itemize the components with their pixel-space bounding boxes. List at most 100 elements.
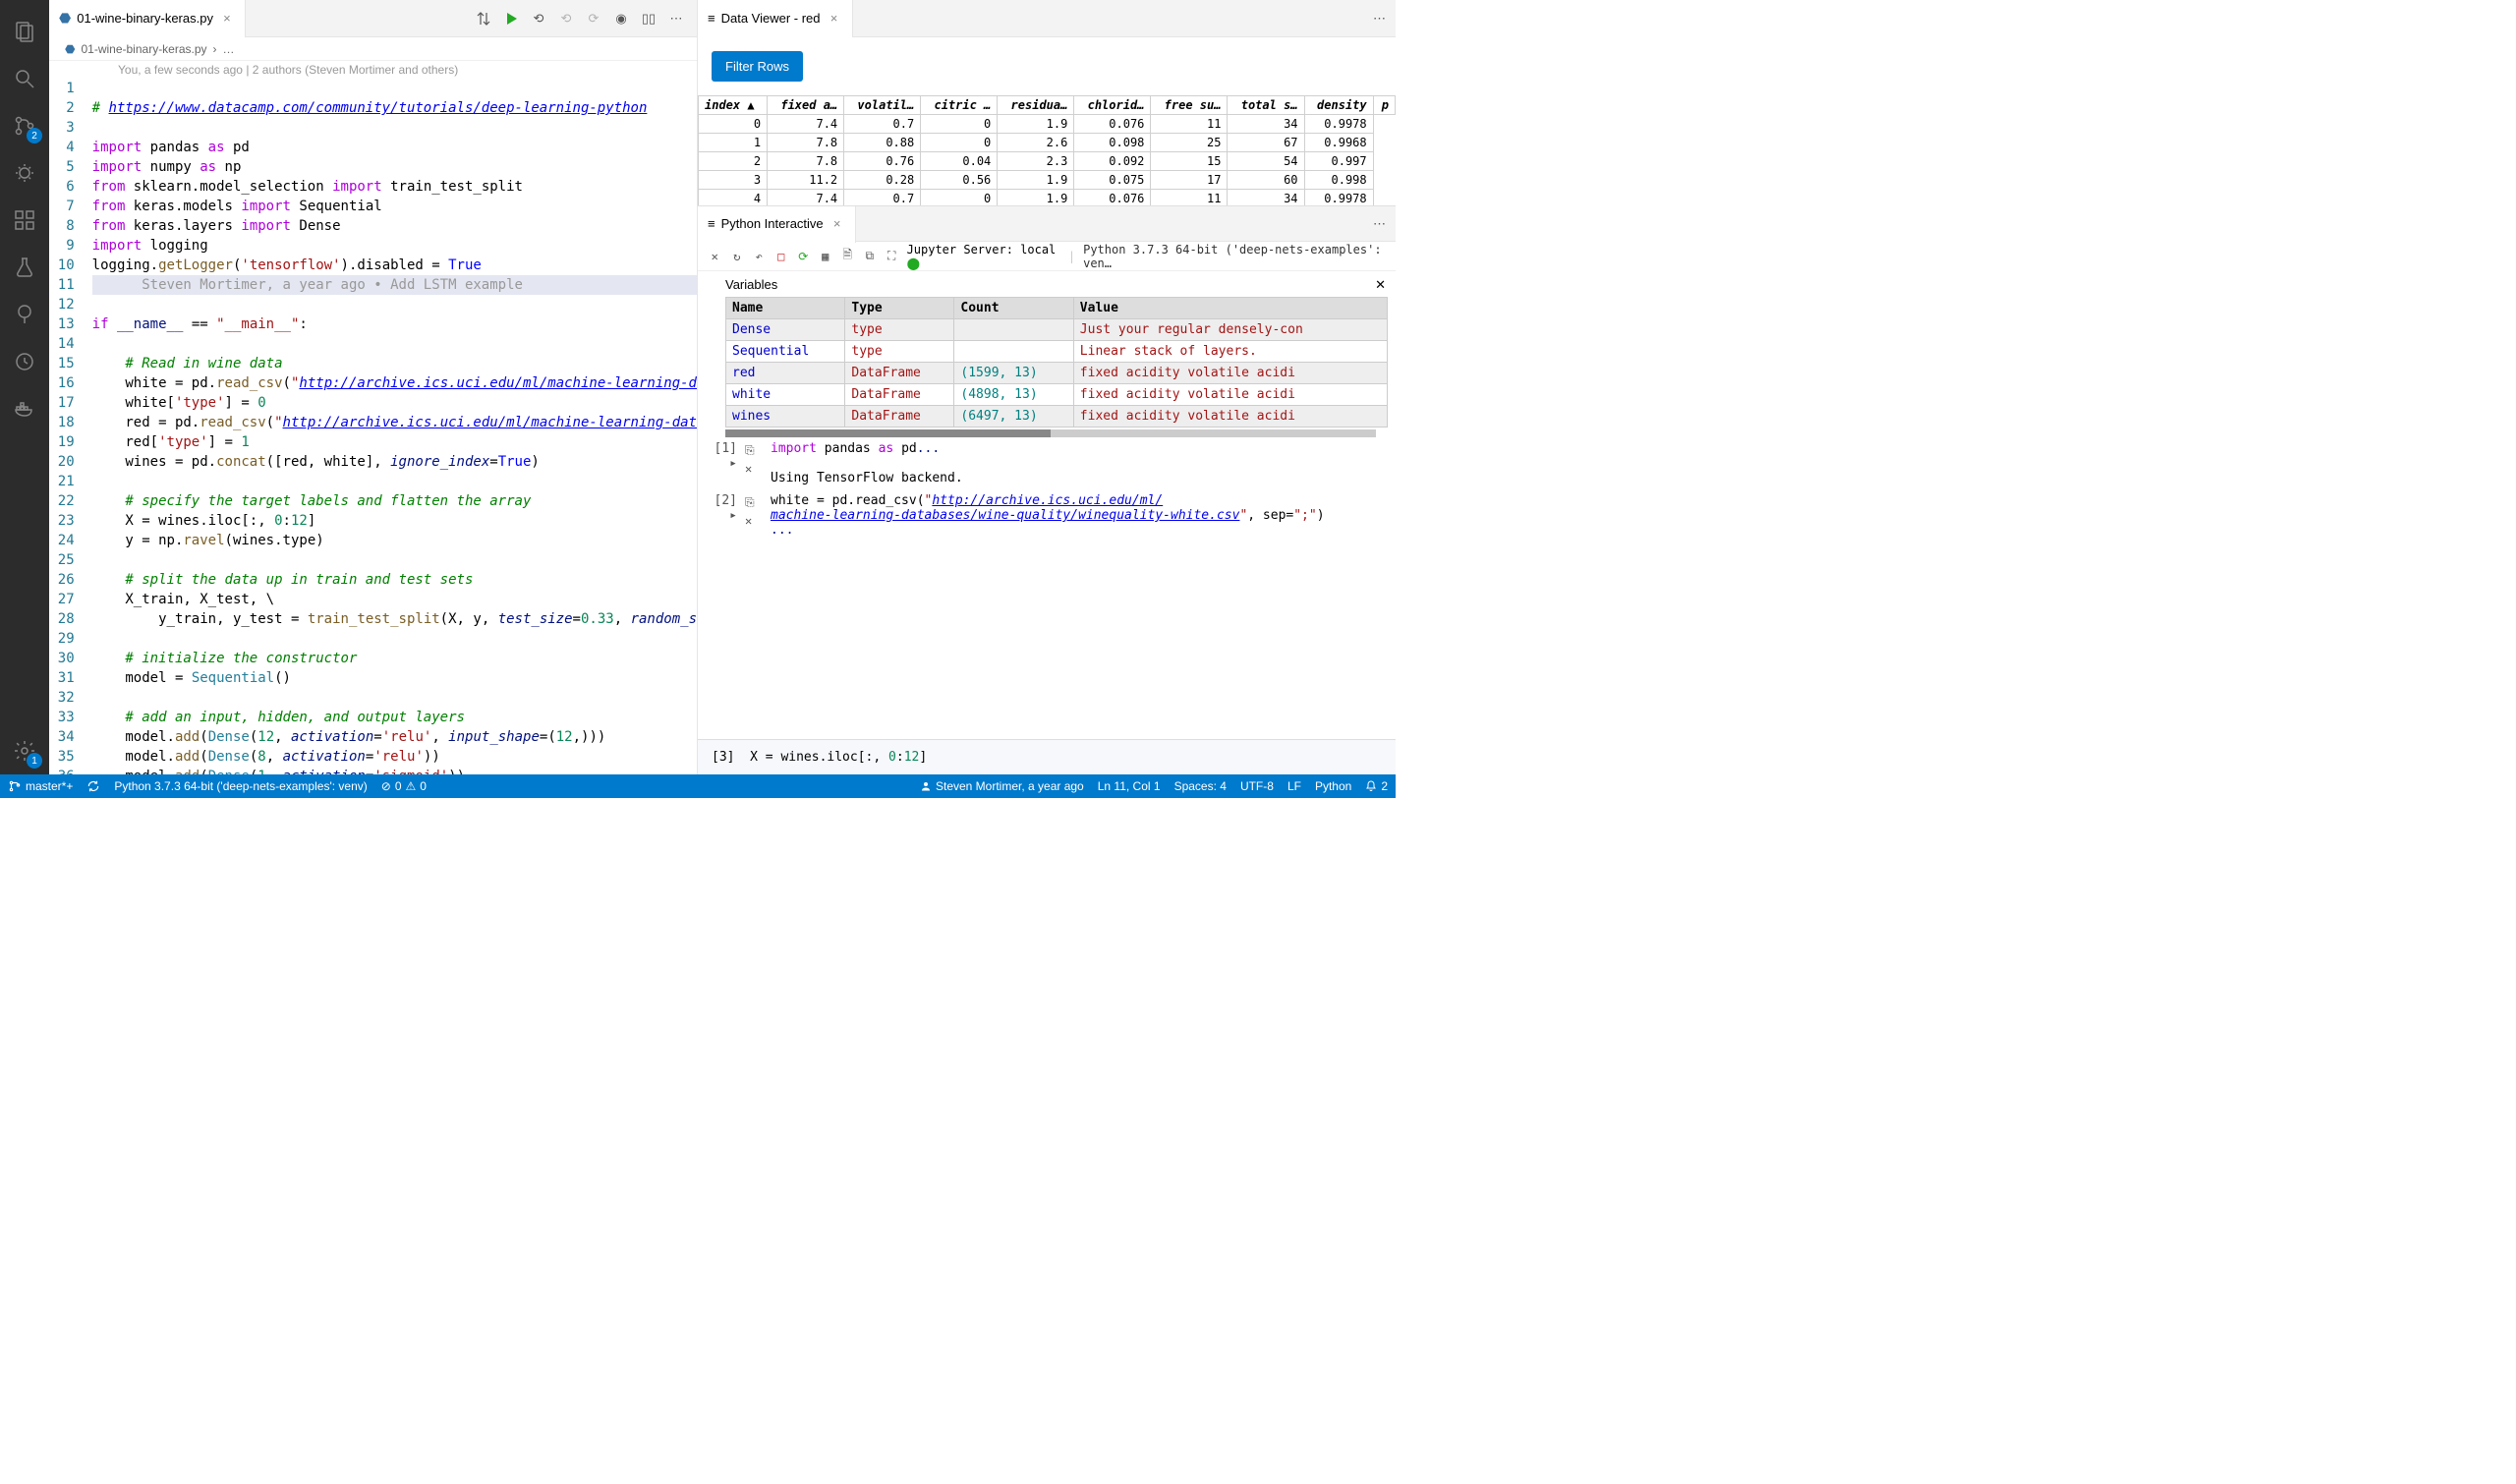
blame-status[interactable]: Steven Mortimer, a year ago xyxy=(920,779,1084,793)
code-line[interactable]: from keras.models import Sequential xyxy=(92,197,697,216)
column-header[interactable]: density xyxy=(1304,96,1373,115)
cursor-status[interactable]: Ln 11, Col 1 xyxy=(1098,779,1161,793)
interpreter-label[interactable]: Python 3.7.3 64-bit ('deep-nets-examples… xyxy=(1083,243,1386,270)
code-line[interactable]: model.add(Dense(8, activation='relu')) xyxy=(92,747,697,767)
interactive-cell[interactable]: [1] ▸⎘✕import pandas as pd... Using Tens… xyxy=(698,437,1396,489)
close-tab-icon[interactable]: × xyxy=(829,216,845,231)
save-icon[interactable]: 🗎 xyxy=(840,249,855,264)
code-line[interactable]: wines = pd.concat([red, white], ignore_i… xyxy=(92,452,697,472)
close-tab-icon[interactable]: × xyxy=(827,11,842,26)
variables-icon[interactable]: ▦ xyxy=(819,249,833,264)
code-line[interactable]: red = pd.read_csv("http://archive.ics.uc… xyxy=(92,413,697,432)
variable-row[interactable]: whiteDataFrame(4898, 13)fixed acidity vo… xyxy=(726,384,1388,406)
column-header[interactable]: free su… xyxy=(1151,96,1228,115)
history-icon[interactable] xyxy=(1,338,48,385)
extensions-icon[interactable] xyxy=(1,197,48,244)
horizontal-scrollbar[interactable] xyxy=(725,429,1376,437)
data-viewer-tab[interactable]: ≡ Data Viewer - red × xyxy=(698,0,853,37)
sync-status[interactable] xyxy=(86,779,100,793)
variable-row[interactable]: SequentialtypeLinear stack of layers. xyxy=(726,341,1388,363)
settings-gear-icon[interactable]: 1 xyxy=(1,727,48,774)
editor-tab[interactable]: ⬣ 01-wine-binary-keras.py × xyxy=(49,0,246,37)
code-line[interactable] xyxy=(92,629,697,649)
code-line[interactable]: X_train, X_test, \ xyxy=(92,590,697,609)
export-icon[interactable]: ⧉ xyxy=(863,249,878,264)
table-row[interactable]: 27.80.760.042.30.09215540.997 xyxy=(699,152,1396,171)
encoding-status[interactable]: UTF-8 xyxy=(1240,779,1274,793)
tree-icon[interactable] xyxy=(1,291,48,338)
revert-icon[interactable]: ⟲ xyxy=(530,10,547,28)
column-header[interactable]: chlorid… xyxy=(1074,96,1151,115)
interactive-input[interactable]: [3] X = wines.iloc[:, 0:12] xyxy=(698,739,1396,774)
run-icon[interactable] xyxy=(502,10,520,28)
authors-codelens[interactable]: You, a few seconds ago | 2 authors (Stev… xyxy=(49,61,697,79)
table-row[interactable]: 17.80.8802.60.09825670.9968 xyxy=(699,134,1396,152)
restart-kernel-icon[interactable]: ⟳ xyxy=(796,249,811,264)
code-editor[interactable]: 1234567891011121314151617181920212223242… xyxy=(49,79,697,774)
code-line[interactable]: # https://www.datacamp.com/community/tut… xyxy=(92,98,697,118)
flask-icon[interactable] xyxy=(1,244,48,291)
jupyter-server-label[interactable]: Jupyter Server: local ⬤ xyxy=(907,243,1060,270)
column-header[interactable]: total s… xyxy=(1228,96,1304,115)
explorer-icon[interactable] xyxy=(1,8,48,55)
code-line[interactable]: y_train, y_test = train_test_split(X, y,… xyxy=(92,609,697,629)
run-cell-icon[interactable]: ◉ xyxy=(612,10,630,28)
undo-icon[interactable]: ↶ xyxy=(752,249,767,264)
more-icon[interactable]: ⋯ xyxy=(667,10,685,28)
problems-status[interactable]: ⊘0 ⚠0 xyxy=(381,779,427,793)
search-icon[interactable] xyxy=(1,55,48,102)
debug-icon[interactable] xyxy=(1,149,48,197)
code-line[interactable]: y = np.ravel(wines.type) xyxy=(92,531,697,550)
variable-row[interactable]: winesDataFrame(6497, 13)fixed acidity vo… xyxy=(726,406,1388,428)
compare-icon[interactable] xyxy=(475,10,492,28)
spaces-status[interactable]: Spaces: 4 xyxy=(1174,779,1227,793)
column-header[interactable]: index ▲ xyxy=(699,96,768,115)
code-line[interactable]: model = Sequential() xyxy=(92,668,697,688)
column-header[interactable]: Count xyxy=(954,298,1073,319)
code-line[interactable]: from keras.layers import Dense xyxy=(92,216,697,236)
code-line[interactable] xyxy=(92,118,697,138)
goto-icon[interactable]: ⎘ xyxy=(745,443,763,458)
interrupt-icon[interactable]: □ xyxy=(774,249,789,264)
language-status[interactable]: Python xyxy=(1315,779,1351,793)
more-icon[interactable]: ⋯ xyxy=(1363,216,1396,232)
column-header[interactable]: volatil… xyxy=(844,96,921,115)
branch-status[interactable]: master*+ xyxy=(8,779,73,793)
interactive-tab[interactable]: ≡ Python Interactive × xyxy=(698,206,856,243)
column-header[interactable]: Type xyxy=(845,298,954,319)
code-line[interactable]: logging.getLogger('tensorflow').disabled… xyxy=(92,256,697,275)
code-line[interactable]: import pandas as pd xyxy=(92,138,697,157)
code-line[interactable]: import numpy as np xyxy=(92,157,697,177)
code-line[interactable]: white['type'] = 0 xyxy=(92,393,697,413)
eol-status[interactable]: LF xyxy=(1287,779,1301,793)
delete-icon[interactable]: ✕ xyxy=(745,462,763,476)
notifications-status[interactable]: 2 xyxy=(1365,779,1388,793)
code-line[interactable]: Steven Mortimer, a year ago • Add LSTM e… xyxy=(92,275,697,295)
column-header[interactable]: Value xyxy=(1073,298,1387,319)
table-row[interactable]: 47.40.701.90.07611340.9978 xyxy=(699,190,1396,206)
code-line[interactable]: # initialize the constructor xyxy=(92,649,697,668)
expand-icon[interactable]: ⛶ xyxy=(885,249,899,264)
code-line[interactable]: from sklearn.model_selection import trai… xyxy=(92,177,697,197)
close-icon[interactable]: ✕ xyxy=(1375,277,1386,293)
source-control-icon[interactable]: 2 xyxy=(1,102,48,149)
code-line[interactable] xyxy=(92,295,697,314)
code-line[interactable]: import logging xyxy=(92,236,697,256)
code-line[interactable]: # Read in wine data xyxy=(92,354,697,373)
interpreter-status[interactable]: Python 3.7.3 64-bit ('deep-nets-examples… xyxy=(114,779,367,793)
variable-row[interactable]: DensetypeJust your regular densely-con xyxy=(726,319,1388,341)
code-line[interactable] xyxy=(92,334,697,354)
table-row[interactable]: 311.20.280.561.90.07517600.998 xyxy=(699,171,1396,190)
code-line[interactable]: X = wines.iloc[:, 0:12] xyxy=(92,511,697,531)
code-line[interactable] xyxy=(92,79,697,98)
code-line[interactable] xyxy=(92,688,697,708)
variable-row[interactable]: redDataFrame(1599, 13)fixed acidity vola… xyxy=(726,363,1388,384)
table-row[interactable]: 07.40.701.90.07611340.9978 xyxy=(699,115,1396,134)
cancel-icon[interactable]: ✕ xyxy=(708,249,722,264)
code-line[interactable]: white = pd.read_csv("http://archive.ics.… xyxy=(92,373,697,393)
breadcrumb[interactable]: ⬣ 01-wine-binary-keras.py › … xyxy=(49,37,697,61)
column-header[interactable]: citric … xyxy=(921,96,998,115)
delete-icon[interactable]: ✕ xyxy=(745,514,763,528)
interactive-cell[interactable]: [2] ▸⎘✕white = pd.read_csv("http://archi… xyxy=(698,489,1396,542)
code-line[interactable] xyxy=(92,472,697,491)
